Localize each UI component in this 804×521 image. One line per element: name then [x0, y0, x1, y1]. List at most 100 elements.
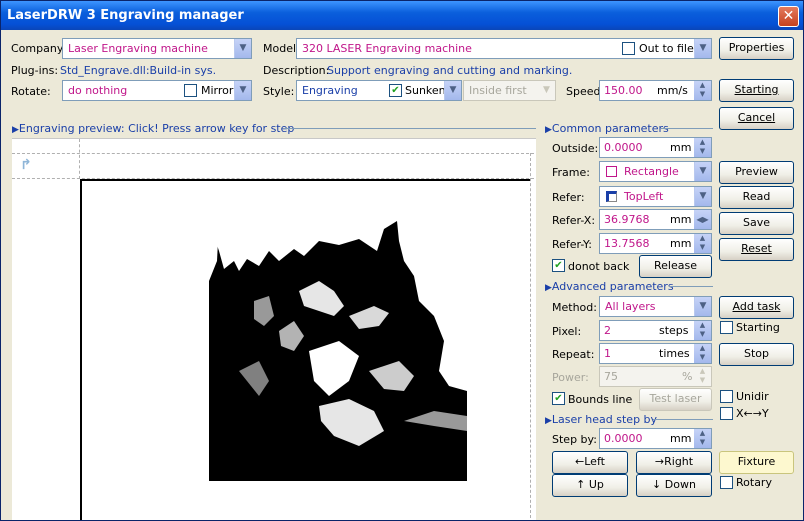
style-select[interactable]: Engraving ✔ Sunken ▼ — [296, 80, 462, 101]
repeat-input[interactable]: 1 times ▲ ▼ — [599, 343, 712, 364]
chevron-down-icon[interactable]: ▼ — [694, 162, 711, 181]
method-value: All layers — [605, 300, 656, 313]
chevron-down-icon[interactable]: ▼ — [694, 187, 711, 206]
read-label: Read — [742, 190, 771, 203]
engraving-image[interactable] — [209, 221, 467, 481]
starting-checkbox[interactable] — [720, 321, 733, 334]
common-params-header-text: Common parameters — [551, 122, 669, 135]
reset-label: Reset — [741, 242, 772, 255]
cancel-button[interactable]: Cancel — [719, 107, 794, 130]
common-params-header: ▶Common parameters — [545, 122, 669, 135]
step-left-button[interactable]: ←Left — [552, 451, 628, 474]
model-select[interactable]: 320 LASER Engraving machine Out to file … — [296, 38, 712, 59]
chevron-down-icon[interactable]: ▼ — [444, 81, 461, 100]
step-down-label: ↓ Down — [652, 478, 696, 491]
refer-label: Refer: — [552, 191, 585, 204]
chevron-down-icon[interactable]: ▼ — [234, 39, 251, 58]
save-button[interactable]: Save — [719, 212, 794, 235]
outside-input[interactable]: 0.0000 mm ▲ ▼ — [599, 137, 712, 158]
frame-label: Frame: — [552, 166, 590, 179]
preview-button[interactable]: Preview — [719, 161, 794, 184]
spinner-icon[interactable]: ▲ ▼ — [694, 429, 711, 448]
bounds-line-label: Bounds line — [568, 393, 633, 406]
spinner-icon[interactable]: ▲ ▼ — [694, 321, 711, 340]
company-select[interactable]: Laser Engraving machine ▼ — [62, 38, 252, 59]
bounds-line-checkbox[interactable]: ✔ — [552, 392, 565, 405]
preview-canvas[interactable]: ↱ — [12, 138, 536, 520]
spinner-icon[interactable]: ▲ ▼ — [694, 344, 711, 363]
step-by-input[interactable]: 0.0000 mm ▲ ▼ — [599, 428, 712, 449]
spinner-icon[interactable]: ▲ ▼ — [694, 234, 711, 253]
method-select[interactable]: All layers ▼ — [599, 296, 712, 317]
mirror-label: Mirror — [201, 84, 234, 97]
out-to-file-label: Out to file — [639, 42, 694, 55]
step-up-button[interactable]: ↑ Up — [552, 474, 628, 497]
title-bar: LaserDRW 3 Engraving manager ✕ — [1, 1, 803, 30]
step-right-button[interactable]: →Right — [636, 451, 712, 474]
read-button[interactable]: Read — [719, 186, 794, 209]
release-label: Release — [654, 259, 697, 272]
speed-input[interactable]: 150.00 mm/s ▲ ▼ — [599, 80, 712, 101]
chevron-down-icon[interactable]: ▼ — [234, 81, 251, 100]
step-down-button[interactable]: ↓ Down — [636, 474, 712, 497]
rotate-select[interactable]: do nothing Mirror ▼ — [62, 80, 252, 101]
add-task-label: Add task — [732, 300, 781, 313]
chevron-down-icon[interactable]: ▼ — [694, 39, 711, 58]
engraving-manager-window: LaserDRW 3 Engraving manager ✕ Company: … — [0, 0, 804, 521]
rotary-checkbox[interactable] — [720, 476, 733, 489]
stop-label: Stop — [743, 347, 769, 360]
spinner-icon[interactable]: ▲ ▼ — [694, 138, 711, 157]
out-to-file-checkbox[interactable] — [622, 42, 635, 55]
guide-line — [12, 153, 534, 154]
release-button[interactable]: Release — [639, 255, 712, 278]
save-label: Save — [742, 216, 770, 229]
refer-value: TopLeft — [624, 190, 664, 203]
unidir-label: Unidir — [736, 390, 769, 403]
close-icon[interactable]: ✕ — [778, 6, 799, 27]
spinner-icon[interactable]: ▲ ▼ — [694, 81, 711, 100]
preview-label: Preview — [735, 165, 778, 178]
fixture-label: Fixture — [737, 455, 776, 468]
refer-x-unit: mm — [670, 213, 692, 226]
power-label: Power: — [552, 371, 589, 384]
step-up-label: ↑ Up — [576, 478, 604, 491]
starting-button[interactable]: Starting — [719, 79, 794, 102]
model-value: 320 LASER Engraving machine — [302, 42, 472, 55]
refer-select[interactable]: TopLeft ▼ — [599, 186, 712, 207]
pixel-input[interactable]: 2 steps ▲ ▼ — [599, 320, 712, 341]
refer-y-input[interactable]: 13.7568 mm ▲ ▼ — [599, 233, 712, 254]
properties-button[interactable]: Properties — [719, 37, 794, 60]
divider — [284, 128, 536, 129]
plugins-label: Plug-ins: — [11, 64, 59, 77]
mirror-checkbox[interactable] — [184, 84, 197, 97]
starting-check-label: Starting — [736, 321, 780, 334]
chevron-down-icon[interactable]: ▼ — [694, 297, 711, 316]
refer-y-label: Refer-Y: — [552, 238, 593, 251]
horizontal-spinner-icon[interactable]: ◀▶ — [694, 210, 711, 229]
step-by-unit: mm — [670, 432, 692, 445]
power-input: 75 % ▲ ▼ — [599, 366, 712, 387]
unidir-checkbox[interactable] — [720, 390, 733, 403]
fixture-button[interactable]: Fixture — [719, 451, 794, 474]
refer-x-input[interactable]: 36.9768 mm ◀▶ — [599, 209, 712, 230]
company-label: Company: — [11, 42, 67, 55]
pixel-unit: steps — [659, 324, 689, 337]
chevron-down-icon: ▼ — [538, 81, 555, 100]
outside-label: Outside: — [552, 142, 599, 155]
sunken-checkbox[interactable]: ✔ — [389, 84, 402, 97]
refer-y-unit: mm — [670, 237, 692, 250]
swap-xy-checkbox[interactable] — [720, 407, 733, 420]
preview-header-text: Engraving preview: Click! Press arrow ke… — [18, 122, 295, 135]
donot-back-checkbox[interactable]: ✔ — [552, 259, 565, 272]
frame-select[interactable]: Rectangle ▼ — [599, 161, 712, 182]
inside-first-select: Inside first ▼ — [463, 80, 556, 101]
pixel-value: 2 — [604, 324, 611, 337]
stop-button[interactable]: Stop — [719, 343, 794, 366]
starting-label: Starting — [734, 83, 779, 96]
inside-first-value: Inside first — [469, 84, 527, 97]
rotate-value: do nothing — [68, 84, 128, 97]
reset-button[interactable]: Reset — [719, 238, 794, 261]
add-task-button[interactable]: Add task — [719, 296, 794, 319]
speed-value: 150.00 — [604, 84, 643, 97]
origin-corner-icon: ↱ — [20, 157, 32, 173]
